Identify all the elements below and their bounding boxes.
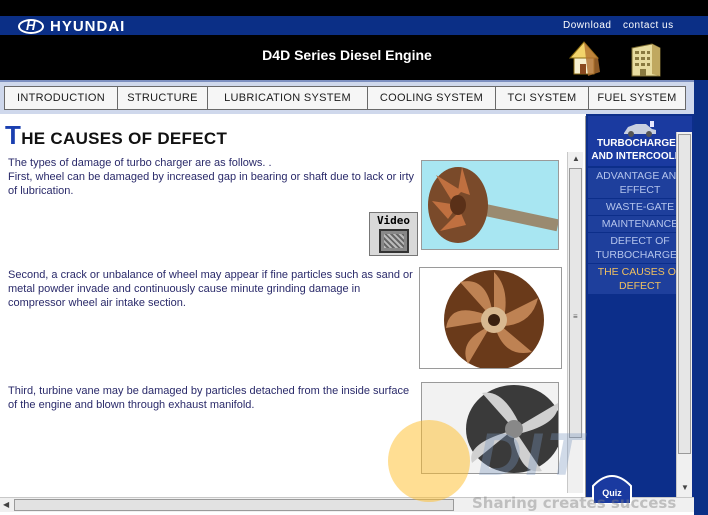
tab-fuel-system[interactable]: FUEL SYSTEM [588,86,686,110]
tab-tci-system[interactable]: TCI SYSTEM [495,86,589,110]
content-scroll-thumb[interactable]: ≡ [569,168,582,438]
sidebar-scroll-thumb[interactable] [678,134,691,454]
contact-us-link[interactable]: contact us [623,20,674,31]
tab-structure[interactable]: STRUCTURE [117,86,208,110]
title-rest: HE CAUSES OF DEFECT [21,129,228,148]
paragraph-turbine-vane: Third, turbine vane may be damaged by pa… [8,385,410,411]
brand-name: HYUNDAI [50,17,126,35]
video-button[interactable]: Video [369,212,418,256]
paragraph-crack-unbalance: Second, a crack or unbalance of wheel ma… [8,269,413,309]
grip-icon: ≡ [573,312,578,321]
hyundai-logo[interactable]: HYUNDAI [18,17,126,35]
top-strip [0,0,708,16]
home-icon[interactable] [566,38,602,78]
tab-introduction[interactable]: INTRODUCTION [4,86,118,110]
car-icon [624,121,656,137]
horizontal-scroll-thumb[interactable] [14,499,454,511]
right-edge-strip [694,80,708,515]
page-title: THE CAUSES OF DEFECT [5,120,227,151]
turbine-shaft-photo [421,160,559,250]
main-nav: INTRODUCTION STRUCTURE LUBRICATION SYSTE… [0,80,708,114]
scroll-down-arrow-icon[interactable]: ▼ [681,483,689,492]
sidebar-vertical-scrollbar[interactable]: ▼ [676,132,692,497]
paragraph-wheel-damage: The types of damage of turbo charger are… [8,157,415,197]
watermark-slogan: Sharing creates success [472,494,677,512]
download-link[interactable]: Download [563,20,611,31]
building-icon[interactable] [628,38,664,78]
hyundai-emblem-icon [18,18,44,34]
tab-lubrication-system[interactable]: LUBRICATION SYSTEM [207,86,368,110]
scroll-up-arrow-icon[interactable]: ▲ [572,154,580,163]
watermark-text: DIT [478,421,587,488]
tv-icon [379,229,409,253]
tab-cooling-system[interactable]: COOLING SYSTEM [367,86,496,110]
video-label: Video [376,214,411,227]
scroll-left-arrow-icon[interactable]: ◀ [3,500,9,509]
title-initial: T [5,120,22,150]
compressor-wheel-photo [419,267,562,369]
watermark-circle [388,420,470,502]
